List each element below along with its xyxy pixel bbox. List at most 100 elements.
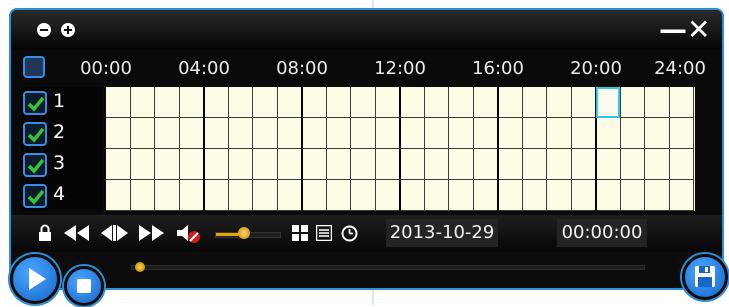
schedule-cell[interactable] (522, 149, 547, 180)
schedule-cell[interactable] (253, 118, 278, 149)
schedule-cell[interactable] (498, 87, 523, 118)
schedule-cell[interactable] (522, 180, 547, 211)
schedule-cell[interactable] (400, 149, 425, 180)
schedule-cell[interactable] (253, 149, 278, 180)
schedule-cell[interactable] (253, 180, 278, 211)
schedule-cell[interactable] (547, 118, 572, 149)
schedule-cell[interactable] (179, 87, 204, 118)
schedule-cell[interactable] (400, 180, 425, 211)
progress-track[interactable] (131, 265, 645, 270)
schedule-cell[interactable] (596, 149, 621, 180)
schedule-cell[interactable] (228, 87, 253, 118)
stop-button[interactable] (64, 266, 104, 306)
schedule-cell[interactable] (326, 149, 351, 180)
expand-button[interactable] (61, 23, 75, 37)
schedule-cell[interactable] (669, 118, 694, 149)
schedule-cell[interactable] (424, 180, 449, 211)
schedule-cell[interactable] (351, 118, 376, 149)
schedule-cell[interactable] (130, 149, 155, 180)
schedule-cell[interactable] (473, 118, 498, 149)
schedule-cell[interactable] (326, 118, 351, 149)
schedule-cell[interactable] (106, 149, 131, 180)
schedule-cell[interactable] (106, 118, 131, 149)
schedule-cell[interactable] (179, 118, 204, 149)
schedule-cell[interactable] (571, 149, 596, 180)
schedule-cell[interactable] (351, 149, 376, 180)
clock-icon[interactable] (341, 225, 358, 242)
schedule-cell[interactable] (498, 180, 523, 211)
schedule-cell[interactable] (473, 180, 498, 211)
selected-cell[interactable] (596, 87, 620, 118)
frame-step-icon[interactable] (101, 225, 129, 241)
time-display[interactable]: 00:00:00 (557, 219, 647, 247)
schedule-cell[interactable] (130, 87, 155, 118)
schedule-cell[interactable] (277, 118, 302, 149)
schedule-cell[interactable] (596, 180, 621, 211)
select-all-checkbox[interactable] (23, 56, 45, 78)
schedule-cell[interactable] (669, 87, 694, 118)
progress-knob[interactable] (135, 262, 145, 272)
schedule-cell[interactable] (473, 87, 498, 118)
schedule-cell[interactable] (400, 118, 425, 149)
schedule-cell[interactable] (155, 87, 180, 118)
schedule-cell[interactable] (106, 87, 131, 118)
save-button[interactable] (682, 254, 728, 300)
schedule-cell[interactable] (571, 180, 596, 211)
schedule-cell[interactable] (204, 180, 229, 211)
close-button[interactable]: ✕ (687, 15, 710, 45)
schedule-cell[interactable] (302, 87, 327, 118)
schedule-grid[interactable] (106, 87, 695, 211)
schedule-cell[interactable] (449, 87, 474, 118)
schedule-cell[interactable] (620, 118, 645, 149)
schedule-cell[interactable] (253, 87, 278, 118)
schedule-cell[interactable] (155, 180, 180, 211)
schedule-cell[interactable] (228, 118, 253, 149)
schedule-cell[interactable] (498, 118, 523, 149)
schedule-cell[interactable] (375, 149, 400, 180)
schedule-cell[interactable] (645, 149, 670, 180)
schedule-cell[interactable] (424, 149, 449, 180)
schedule-cell[interactable] (155, 149, 180, 180)
schedule-cell[interactable] (669, 149, 694, 180)
date-display[interactable]: 2013-10-29 (386, 219, 498, 247)
schedule-cell[interactable] (326, 180, 351, 211)
minimize-button[interactable]: — (659, 15, 687, 45)
lock-icon[interactable] (38, 224, 52, 242)
schedule-cell[interactable] (522, 118, 547, 149)
schedule-cell[interactable] (473, 149, 498, 180)
schedule-cell[interactable] (179, 149, 204, 180)
channel-checkbox[interactable] (23, 153, 47, 177)
schedule-cell[interactable] (645, 87, 670, 118)
schedule-cell[interactable] (449, 180, 474, 211)
schedule-cell[interactable] (277, 87, 302, 118)
schedule-cell[interactable] (130, 118, 155, 149)
schedule-cell[interactable] (351, 87, 376, 118)
mute-icon[interactable] (177, 225, 201, 243)
collapse-button[interactable] (37, 23, 51, 37)
schedule-cell[interactable] (400, 87, 425, 118)
schedule-cell[interactable] (449, 118, 474, 149)
grid-layout-icon[interactable] (292, 225, 308, 241)
schedule-cell[interactable] (302, 180, 327, 211)
rewind-icon[interactable] (64, 225, 90, 241)
schedule-cell[interactable] (620, 149, 645, 180)
schedule-cell[interactable] (449, 149, 474, 180)
channel-checkbox[interactable] (23, 122, 47, 146)
schedule-cell[interactable] (351, 180, 376, 211)
schedule-cell[interactable] (375, 180, 400, 211)
schedule-cell[interactable] (596, 118, 621, 149)
schedule-cell[interactable] (547, 149, 572, 180)
schedule-cell[interactable] (375, 87, 400, 118)
schedule-cell[interactable] (155, 118, 180, 149)
schedule-cell[interactable] (204, 87, 229, 118)
schedule-cell[interactable] (302, 118, 327, 149)
schedule-cell[interactable] (424, 118, 449, 149)
schedule-cell[interactable] (547, 180, 572, 211)
schedule-cell[interactable] (645, 180, 670, 211)
schedule-cell[interactable] (277, 149, 302, 180)
schedule-cell[interactable] (228, 149, 253, 180)
schedule-cell[interactable] (522, 87, 547, 118)
schedule-cell[interactable] (130, 180, 155, 211)
schedule-cell[interactable] (179, 180, 204, 211)
volume-knob[interactable] (237, 227, 250, 239)
